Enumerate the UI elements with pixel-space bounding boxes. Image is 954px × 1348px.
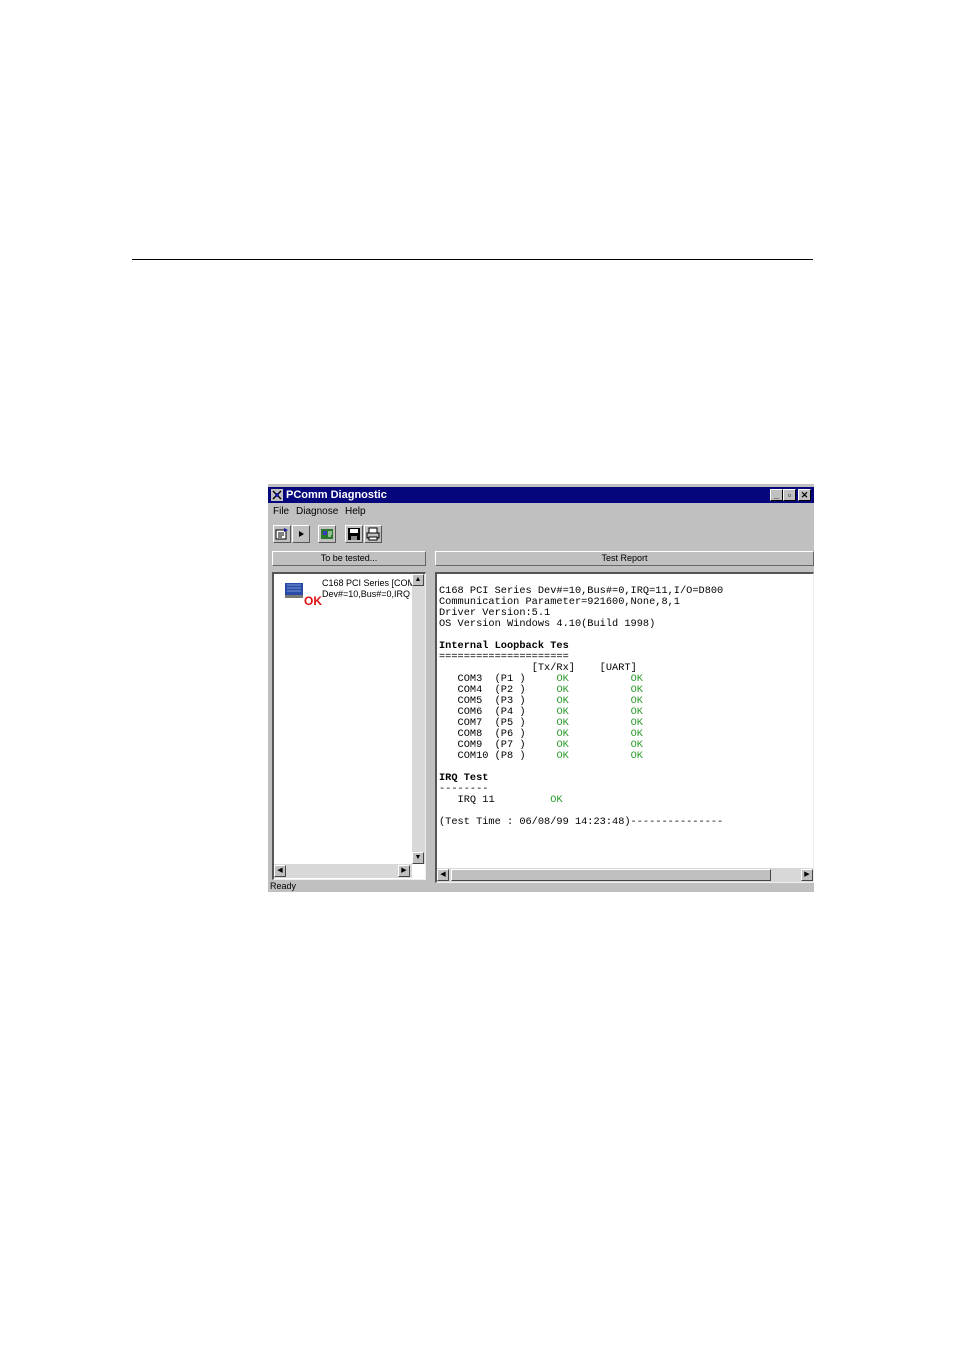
diagnose-icon: [321, 529, 333, 539]
page-rule: [132, 259, 813, 260]
report-info-line: OS Version Windows 4.10(Build 1998): [439, 618, 656, 630]
report-scroll-thumb[interactable]: [451, 869, 771, 881]
menu-diagnose[interactable]: Diagnose: [296, 506, 338, 517]
app-icon: [271, 489, 283, 501]
scroll-down-button[interactable]: ▼: [412, 852, 424, 864]
irq-result: OK: [550, 794, 563, 806]
minimize-button[interactable]: _: [770, 489, 783, 501]
test-time: (Test Time : 06/08/99 14:23:48)---------…: [439, 816, 724, 828]
open-config-button[interactable]: [273, 525, 291, 543]
run-icon: [299, 531, 304, 537]
report-scroll-left-button[interactable]: ◀: [437, 869, 449, 881]
close-button[interactable]: ✕: [798, 489, 811, 501]
diagnose-button[interactable]: [318, 525, 336, 543]
com-label: COM10: [457, 750, 489, 762]
title-bar[interactable]: PComm Diagnostic _ ▫ ✕: [268, 487, 814, 503]
menu-help[interactable]: Help: [345, 506, 366, 517]
device-list-pane: OK C168 PCI Series [COM Dev#=10,Bus#=0,I…: [272, 572, 426, 880]
pcomm-diagnostic-window: PComm Diagnostic _ ▫ ✕ File Diagnose Hel…: [268, 484, 814, 892]
to-be-tested-header[interactable]: To be tested...: [272, 551, 426, 566]
scroll-up-button[interactable]: ▲: [412, 574, 424, 586]
report-scroll-right-button[interactable]: ▶: [801, 869, 813, 881]
device-label-line1: C168 PCI Series [COM: [322, 578, 414, 588]
toolbar: [268, 523, 814, 545]
test-report-header[interactable]: Test Report: [435, 551, 814, 566]
status-bar: Ready: [270, 881, 297, 891]
menu-file[interactable]: File: [273, 506, 289, 517]
save-button[interactable]: [345, 525, 363, 543]
window-title: PComm Diagnostic: [286, 489, 387, 501]
device-status-ok: OK: [304, 594, 322, 608]
report-horizontal-scrollbar[interactable]: ◀ ▶: [437, 868, 813, 882]
left-vertical-scrollbar[interactable]: ▲ ▼: [412, 574, 425, 864]
col-txrx-header: [Tx/Rx]: [531, 662, 575, 674]
scroll-right-button[interactable]: ▶: [398, 865, 410, 877]
uart-result: OK: [630, 750, 643, 762]
device-item[interactable]: OK C168 PCI Series [COM Dev#=10,Bus#=0,I…: [284, 578, 414, 608]
menu-bar: File Diagnose Help: [268, 504, 814, 520]
pane-splitter[interactable]: [427, 551, 434, 881]
open-config-icon: [275, 528, 288, 540]
run-button[interactable]: [292, 525, 310, 543]
irq-label: IRQ 11: [457, 794, 495, 806]
txrx-result: OK: [556, 750, 569, 762]
scroll-left-button[interactable]: ◀: [274, 865, 286, 877]
maximize-button[interactable]: ▫: [783, 489, 796, 501]
left-horizontal-scrollbar[interactable]: ◀ ▶: [274, 864, 412, 878]
device-label-line2: Dev#=10,Bus#=0,IRQ: [322, 589, 411, 599]
print-button[interactable]: [364, 525, 382, 543]
print-icon: [366, 527, 380, 541]
test-report-pane: C168 PCI Series Dev#=10,Bus#=0,IRQ=11,I/…: [435, 572, 814, 883]
test-report-text: C168 PCI Series Dev#=10,Bus#=0,IRQ=11,I/…: [439, 586, 723, 828]
save-icon: [348, 528, 360, 540]
port-label: (P8 ): [494, 750, 526, 762]
serial-board-icon: [285, 583, 303, 598]
